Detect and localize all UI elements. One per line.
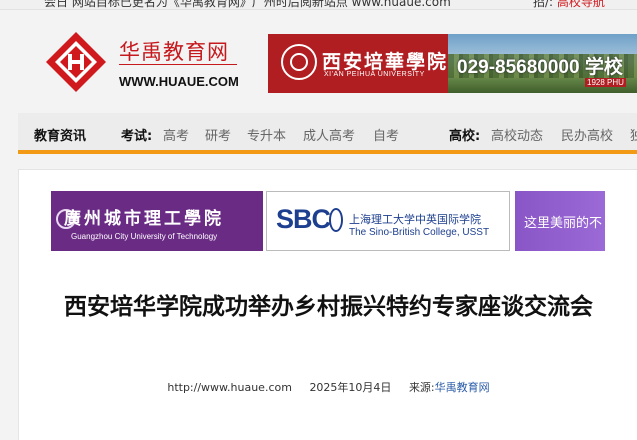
top-right-links: 招/: 高校导航 [533,0,605,9]
nav-link-college-news[interactable]: 高校动态 [491,125,543,144]
site-header: 华禹教育网 WWW.HUAUE.COM 西安培華學院 XI'AN PEIHUA … [0,10,637,113]
source-label: 来源: [408,381,435,394]
university-emblem-icon [281,44,317,80]
nav-link-gaokao[interactable]: 高考 [163,125,189,144]
banner-university-en: XI'AN PEIHUA UNIVERSITY [324,71,425,78]
college-nav-link[interactable]: 高校导航 [557,0,605,9]
nav-section-title[interactable]: 教育资讯 [34,125,86,144]
ad-beautiful-campus[interactable]: 这里美丽的不 [515,191,605,251]
nav-school-label: 高校: [449,129,481,144]
top-announcement-bar: 会日 网站目标已更名为《华禹教育网》广州时后阅新站点 www.huaue.com… [0,0,637,10]
peihua-ad-banner[interactable]: 西安培華學院 XI'AN PEIHUA UNIVERSITY 029-85680… [268,34,637,93]
nav-link-zhuanshengben[interactable]: 专升本 [247,125,286,144]
banner-university-name: 西安培華學院 [322,51,449,73]
nav-link-chengren-gaokao[interactable]: 成人高考 [303,125,355,144]
nav-link-yankao[interactable]: 研考 [205,125,231,144]
article-date: 2025年10月4日 [309,381,392,394]
article-container: 廣州城市理工學院 Guangzhou City University of Te… [18,169,637,440]
logo-divider [119,64,237,65]
source-link[interactable]: 华禹教育网 [435,381,490,394]
banner-badge: 1928 PHU [585,78,626,87]
article-url: http://www.huaue.com [167,381,292,394]
main-nav: 教育资讯 考试: 高考 研考 专升本 成人高考 自考 高校: 高校动态 民办高校… [18,113,637,154]
nav-link-private-colleges[interactable]: 民办高校 [561,125,613,144]
ad-gz-english: Guangzhou City University of Technology [71,232,218,241]
logo-chinese-name: 华禹教育网 [119,40,229,64]
article-meta: http://www.huaue.com 2025年10月4日 来源:华禹教育网 [51,379,606,395]
nav-link-zikao[interactable]: 自考 [373,125,399,144]
ad-gz-chinese: 廣州城市理工學院 [64,209,224,229]
logo-domain: WWW.HUAUE.COM [119,74,239,89]
article-title: 西安培华学院成功举办乡村振兴特约专家座谈交流会 [64,294,593,320]
ad-sbc-english: The Sino-British College, USST [349,227,490,238]
announcement-text: 会日 网站目标已更名为《华禹教育网》广州时后阅新站点 www.huaue.com [44,0,451,9]
nav-link-truncated[interactable]: 独 [630,125,637,144]
ad-sino-british-college[interactable]: SBC 上海理工大学中英国际学院 The Sino-British Colleg… [266,191,510,251]
sbc-logo-text: SBC [276,204,331,234]
banner-phone: 029-85680000 学校 [457,57,623,78]
ad-guangzhou-city-university[interactable]: 廣州城市理工學院 Guangzhou City University of Te… [51,191,263,251]
article-source: 来源:华禹教育网 [409,381,490,394]
ad-beauty-text: 这里美丽的不 [524,216,603,231]
nav-exam-label: 考试: [121,129,153,144]
ad-sbc-chinese: 上海理工大学中英国际学院 [349,213,481,226]
huaue-logo-icon [46,32,106,92]
top-right-prefix: 招/: [533,0,554,9]
sbc-ring-icon [329,208,343,232]
